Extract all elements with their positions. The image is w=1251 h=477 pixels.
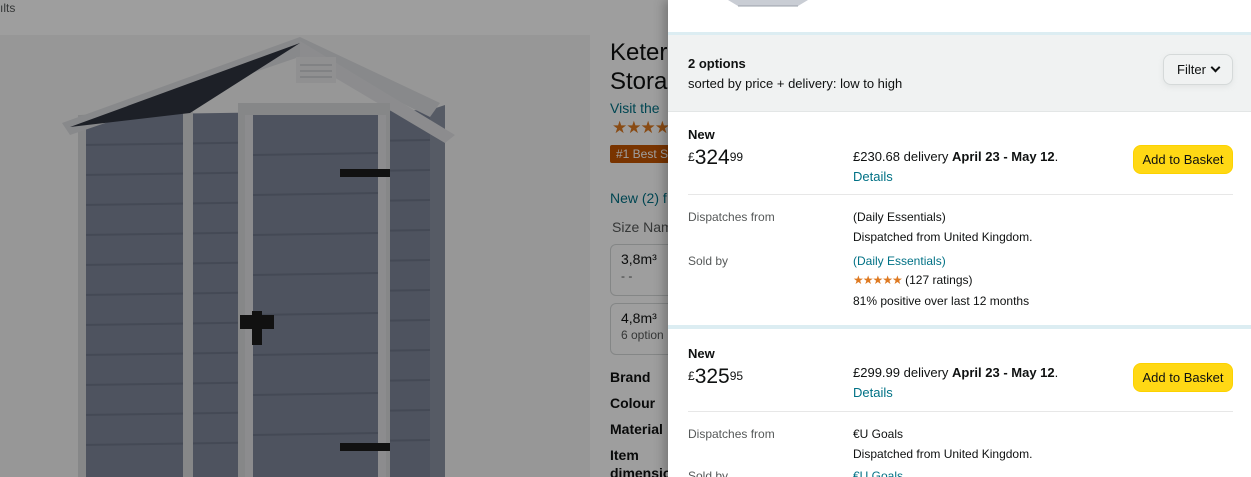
price-whole: 324 <box>694 146 730 169</box>
sort-description: sorted by price + delivery: low to high <box>688 76 903 91</box>
delivery-price: £230.68 delivery <box>853 149 949 164</box>
details-link[interactable]: Details <box>853 169 893 184</box>
delivery-price: £299.99 delivery <box>853 365 949 380</box>
offer-separator <box>668 325 1251 329</box>
dispatches-from-value: €U Goals <box>853 427 904 441</box>
product-thumbnail <box>728 0 808 7</box>
offers-count: 2 options <box>688 56 746 71</box>
filter-button[interactable]: Filter <box>1163 54 1233 85</box>
price-currency: £ <box>688 150 695 164</box>
seller-link[interactable]: €U Goals <box>853 469 903 477</box>
dispatches-from-label: Dispatches from <box>688 210 775 224</box>
offers-summary: 2 options sorted by price + delivery: lo… <box>668 35 1251 112</box>
delivery-dates: April 23 - May 12 <box>952 365 1055 380</box>
price-fraction: 95 <box>729 369 744 383</box>
ratings-count: (127 ratings) <box>905 273 973 287</box>
details-link[interactable]: Details <box>853 385 893 400</box>
offer-condition: New <box>688 127 715 142</box>
price-whole: 325 <box>694 365 730 388</box>
seller-link[interactable]: (Daily Essentials) <box>853 254 946 268</box>
offer-delivery: £230.68 delivery April 23 - May 12. Deta… <box>853 149 1059 184</box>
add-to-basket-button[interactable]: Add to Basket <box>1133 363 1233 392</box>
offers-panel: 2 options sorted by price + delivery: lo… <box>668 0 1251 477</box>
offer-delivery: £299.99 delivery April 23 - May 12. Deta… <box>853 365 1059 400</box>
sold-by-label: Sold by <box>688 469 729 477</box>
divider <box>688 411 1233 412</box>
dispatch-note: Dispatched from United Kingdom. <box>853 447 1033 461</box>
delivery-dates: April 23 - May 12 <box>952 149 1055 164</box>
dispatches-from-label: Dispatches from <box>688 427 775 441</box>
offer-price: £32595 <box>688 365 743 389</box>
filter-label: Filter <box>1177 62 1206 77</box>
dispatch-note: Dispatched from United Kingdom. <box>853 230 1033 244</box>
sold-by-label: Sold by <box>688 254 729 268</box>
positive-feedback: 81% positive over last 12 months <box>853 294 1030 308</box>
offer-condition: New <box>688 346 715 361</box>
star-rating-icon: ★★★★★ <box>853 273 903 287</box>
price-fraction: 99 <box>729 150 744 164</box>
add-to-basket-button[interactable]: Add to Basket <box>1133 145 1233 174</box>
offer-card: New £32499 £230.68 delivery April 23 - M… <box>668 113 1251 325</box>
modal-backdrop[interactable] <box>0 0 668 477</box>
chevron-down-icon <box>1210 62 1221 73</box>
dispatches-from-value: (Daily Essentials) <box>853 210 946 224</box>
seller-rating[interactable]: ★★★★★ (127 ratings) <box>853 273 973 287</box>
price-currency: £ <box>688 369 695 383</box>
offer-price: £32499 <box>688 146 743 170</box>
offer-card: New £32595 £299.99 delivery April 23 - M… <box>668 330 1251 477</box>
divider <box>688 194 1233 195</box>
